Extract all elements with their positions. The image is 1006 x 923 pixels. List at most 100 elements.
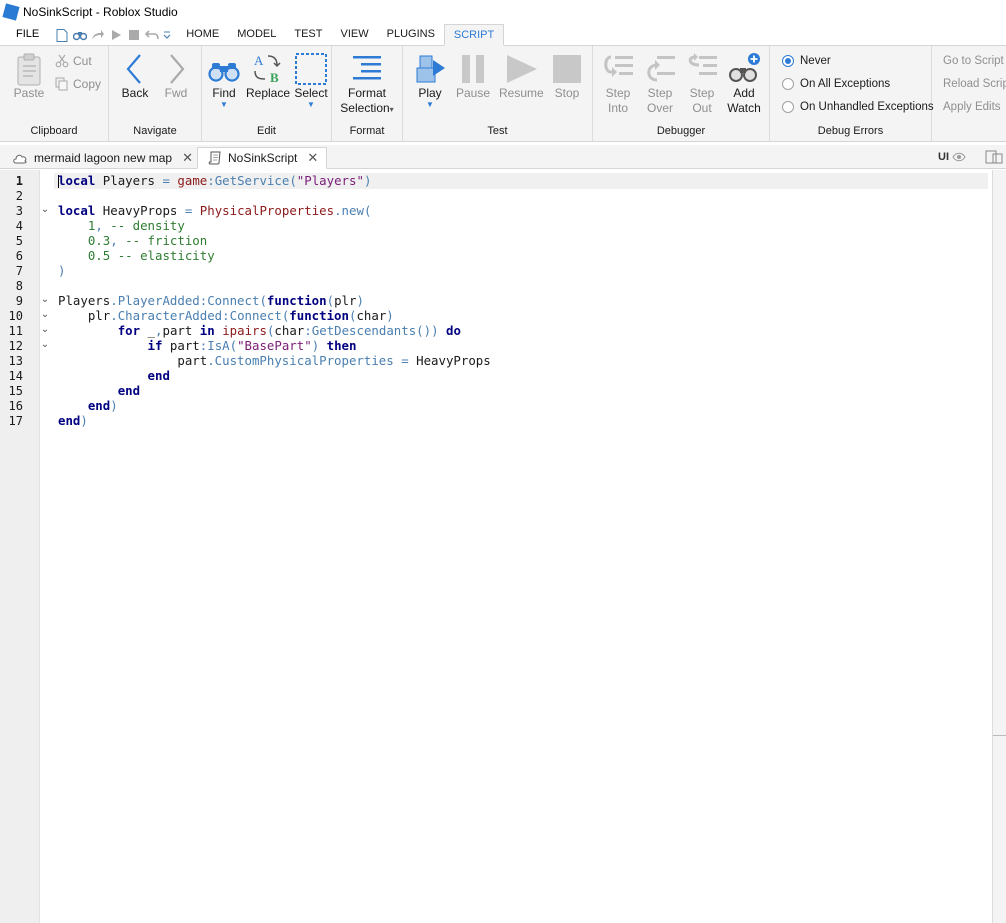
code-line[interactable]: ): [58, 263, 491, 278]
ui-visibility-toggle[interactable]: UI: [938, 151, 966, 163]
tab-script[interactable]: SCRIPT: [443, 24, 505, 46]
chevron-down-icon[interactable]: [163, 29, 171, 42]
line-number: 6: [15, 249, 23, 263]
copy-button[interactable]: Copy: [55, 77, 101, 91]
line-number: 4: [15, 219, 23, 233]
line-number: 5: [15, 234, 23, 248]
code-line[interactable]: [58, 278, 491, 293]
doc-tab-script-label: NoSinkScript: [228, 151, 298, 165]
code-line[interactable]: end): [58, 398, 491, 413]
forward-button[interactable]: Fwd: [161, 52, 191, 101]
script-editor[interactable]: 1 2 3 4 5 6 7 8 9 10 11 12 13 14 15 16 1…: [0, 170, 1006, 923]
radio-all-exceptions[interactable]: [782, 78, 794, 90]
edit-group-label: Edit: [257, 125, 276, 137]
code-line[interactable]: Players.PlayerAdded:Connect(function(plr…: [58, 293, 491, 308]
back-button[interactable]: Back: [119, 52, 151, 101]
line-number: 9: [15, 294, 23, 308]
clipboard-group: Paste Cut Copy Clipboard: [0, 46, 109, 142]
line-number: 16: [8, 399, 23, 413]
format-selection-button[interactable]: Format Selection▾: [336, 52, 398, 117]
close-icon[interactable]: ✕: [182, 150, 193, 166]
radio-never[interactable]: [782, 55, 794, 67]
select-dropdown-icon[interactable]: ▼: [293, 101, 329, 109]
play-button[interactable]: Play ▼: [411, 52, 449, 109]
test-group-label: Test: [487, 125, 508, 137]
fold-chevron-icon[interactable]: ⌄: [40, 324, 50, 335]
code-line[interactable]: local HeavyProps = PhysicalProperties.ne…: [58, 203, 491, 218]
reload-script-button[interactable]: Reload Scrip: [943, 78, 1006, 90]
debug-errors-all-exceptions-option[interactable]: On All Exceptions: [782, 78, 890, 90]
add-watch-button[interactable]: Add Watch: [725, 52, 763, 116]
code-line[interactable]: plr.CharacterAdded:Connect(function(char…: [58, 308, 491, 323]
tab-test[interactable]: TEST: [285, 28, 331, 45]
clipboard-group-label: Clipboard: [30, 125, 78, 137]
fold-chevron-icon[interactable]: ⌄: [40, 204, 50, 215]
line-number: 13: [8, 354, 23, 368]
code-line[interactable]: if part:IsA("BasePart") then: [58, 338, 491, 353]
stop-icon[interactable]: [127, 29, 140, 42]
code-line[interactable]: part.CustomPhysicalProperties = HeavyPro…: [58, 353, 490, 368]
vertical-scrollbar[interactable]: [992, 170, 1006, 923]
debug-errors-unhandled-label: On Unhandled Exceptions: [800, 101, 934, 113]
resume-button[interactable]: Resume: [499, 52, 544, 101]
scrollbar-marker: [993, 735, 1006, 736]
tab-view[interactable]: VIEW: [331, 28, 377, 45]
debug-errors-never-option[interactable]: Never: [782, 55, 831, 67]
format-label-line1: Format: [347, 86, 386, 100]
new-file-icon[interactable]: [55, 29, 68, 42]
step-over-button[interactable]: Step Over: [641, 52, 679, 116]
apply-edits-button[interactable]: Apply Edits: [943, 101, 1001, 113]
code-line[interactable]: end): [58, 413, 491, 428]
paste-button[interactable]: Paste: [10, 52, 48, 101]
find-button[interactable]: Find ▼: [208, 52, 240, 109]
code-line[interactable]: 0.5 -- elasticity: [58, 248, 491, 263]
debug-errors-unhandled-option[interactable]: On Unhandled Exceptions: [782, 101, 934, 113]
tab-home[interactable]: HOME: [177, 28, 228, 45]
step-into-icon: [604, 55, 633, 77]
code-line[interactable]: 0.3, -- friction: [58, 233, 491, 248]
code-area[interactable]: local Players = game:GetService("Players…: [58, 173, 491, 428]
pause-label: Pause: [455, 86, 491, 100]
doc-tab-script[interactable]: NoSinkScript ✕: [197, 147, 328, 169]
step-into-button[interactable]: Step Into: [599, 52, 637, 116]
code-line[interactable]: for _,part in ipairs(char:GetDescendants…: [58, 323, 491, 338]
select-button[interactable]: Select ▼: [293, 52, 329, 109]
code-line[interactable]: local Players = game:GetService("Players…: [58, 173, 491, 188]
test-group: Play ▼ Pause Resume Stop Test: [403, 46, 593, 142]
tab-model[interactable]: MODEL: [228, 28, 285, 45]
code-line[interactable]: 1, -- density: [58, 218, 491, 233]
replace-button[interactable]: AB Replace: [246, 52, 290, 101]
line-number: 11: [8, 324, 23, 338]
go-to-script-error-button[interactable]: Go to Script E: [943, 55, 1006, 67]
find-dropdown-icon[interactable]: ▼: [208, 101, 240, 109]
radio-unhandled-exceptions[interactable]: [782, 101, 794, 113]
stop-button[interactable]: Stop: [549, 52, 585, 101]
menu-file[interactable]: FILE: [0, 28, 49, 45]
code-line[interactable]: end: [58, 383, 491, 398]
find-icon[interactable]: [72, 29, 88, 42]
fold-chevron-icon[interactable]: ⌄: [40, 309, 50, 320]
code-line[interactable]: end: [58, 368, 491, 383]
step-out-button[interactable]: Step Out: [683, 52, 721, 116]
line-number: 3: [15, 204, 23, 218]
fold-chevron-icon[interactable]: ⌄: [40, 339, 50, 350]
menu-bar: FILE HOME MODEL TEST VIEW PLUGINS SCRIPT: [0, 24, 1006, 46]
undo-icon[interactable]: [145, 29, 160, 42]
redo-share-icon[interactable]: [91, 29, 105, 42]
format-dropdown-icon[interactable]: ▾: [390, 105, 394, 114]
eye-icon: [952, 152, 966, 162]
line-number: 17: [8, 414, 23, 428]
play-dropdown-icon[interactable]: ▼: [411, 101, 449, 109]
doc-tab-place[interactable]: mermaid lagoon new map ✕: [2, 147, 201, 169]
line-number: 8: [15, 279, 23, 293]
step-over-icon: [647, 56, 675, 82]
ui-toggle-label: UI: [938, 151, 949, 163]
play-icon[interactable]: [109, 29, 122, 42]
code-line[interactable]: [58, 188, 491, 203]
close-icon[interactable]: ✕: [307, 150, 318, 166]
pause-button[interactable]: Pause: [453, 52, 493, 101]
tab-plugins[interactable]: PLUGINS: [378, 28, 444, 45]
fold-chevron-icon[interactable]: ⌄: [40, 294, 50, 305]
cut-button[interactable]: Cut: [55, 54, 92, 68]
device-emulator-icon[interactable]: [985, 150, 1003, 164]
